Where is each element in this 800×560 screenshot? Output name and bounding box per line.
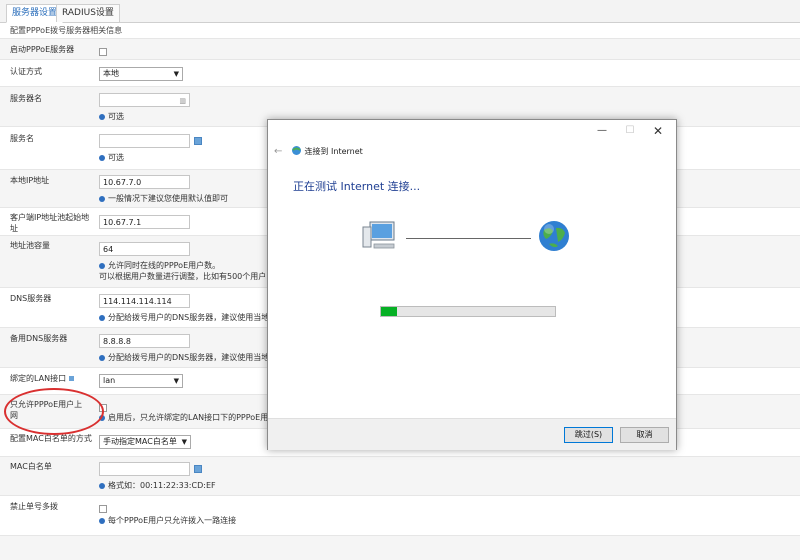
only-pppoe-hint-text: 启用后，只允许绑定的LAN接口下的PPPoE用 — [108, 413, 269, 422]
tab-server-settings[interactable]: 服务器设置 — [6, 4, 64, 23]
pool-size-hint-text: 允许同时在线的PPPoE用户数。 — [108, 261, 221, 270]
pool-size-hint-2: 可以根据用户数量进行调整，比如有500个用户， — [99, 272, 275, 281]
tab-bar: 服务器设置 RADIUS设置 — [0, 0, 800, 23]
info-icon — [99, 518, 105, 524]
maximize-icon[interactable]: ☐ — [620, 123, 640, 139]
lan-select-value: lan — [103, 376, 116, 385]
globe-icon — [536, 218, 572, 254]
dialog-titlebar: — ☐ ✕ — [268, 120, 676, 142]
multi-dial-label: 禁止单号多拨 — [10, 502, 58, 511]
auth-select[interactable]: 本地 ▼ — [99, 67, 183, 81]
info-icon — [99, 355, 105, 361]
auth-label: 认证方式 — [10, 67, 42, 76]
highlight-ellipse — [4, 388, 104, 435]
row-footer — [0, 535, 800, 560]
add-icon[interactable] — [194, 137, 202, 145]
dns-hint: 分配给拨号用户的DNS服务器，建议使用当地 — [99, 312, 269, 323]
page-subtitle: 配置PPPoE拨号服务器相关信息 — [10, 26, 123, 35]
dns-input[interactable]: 114.114.114.114 — [99, 294, 190, 308]
row-auth: 认证方式 本地 ▼ — [0, 59, 800, 87]
lan-select[interactable]: lan ▼ — [99, 374, 183, 388]
computer-icon — [360, 218, 400, 252]
local-ip-input[interactable]: 10.67.7.0 — [99, 175, 190, 189]
local-ip-hint-text: 一般情况下建议您使用默认值即可 — [108, 194, 228, 203]
dialog-nav: ← 连接到 Internet — [274, 144, 363, 160]
service-name-hint-text: 可选 — [108, 153, 124, 162]
progress-fill — [381, 307, 397, 316]
tab-radius-settings[interactable]: RADIUS设置 — [56, 4, 120, 22]
server-name-label: 服务器名 — [10, 94, 42, 103]
enable-label: 启动PPPoE服务器 — [10, 45, 75, 54]
info-icon — [99, 315, 105, 321]
mac-list-label: MAC白名单 — [10, 462, 52, 471]
close-icon[interactable]: ✕ — [648, 123, 668, 139]
test-progress-bar — [380, 306, 556, 317]
info-icon — [99, 114, 105, 120]
multi-dial-checkbox[interactable] — [99, 505, 107, 513]
back-arrow-icon[interactable]: ← — [274, 146, 282, 157]
network-icon — [291, 144, 302, 160]
only-pppoe-hint: 启用后，只允许绑定的LAN接口下的PPPoE用 — [99, 412, 268, 423]
mac-mode-select-value: 手动指定MAC白名单 — [103, 437, 177, 446]
minimize-icon[interactable]: — — [592, 123, 612, 139]
enable-checkbox[interactable] — [99, 48, 107, 56]
chevron-down-icon: ▼ — [173, 70, 179, 78]
pool-size-label: 地址池容量 — [10, 241, 50, 250]
router-config-page: 服务器设置 RADIUS设置 配置PPPoE拨号服务器相关信息 启动PPPoE服… — [0, 0, 800, 560]
info-icon — [99, 155, 105, 161]
pool-size-input[interactable]: 64 — [99, 242, 190, 256]
chevron-down-icon: ▼ — [181, 438, 187, 446]
dns2-input[interactable]: 8.8.8.8 — [99, 334, 190, 348]
pool-start-label: 客户端IP地址池起始地址 — [10, 213, 90, 233]
dialog-heading: 正在测试 Internet 连接... — [293, 180, 421, 193]
row-enable: 启动PPPoE服务器 — [0, 38, 800, 60]
dialog-title: 连接到 Internet — [304, 147, 363, 156]
info-icon — [99, 263, 105, 269]
info-icon — [99, 483, 105, 489]
multi-dial-hint: 每个PPPoE用户只允许拨入一路连接 — [99, 515, 236, 526]
row-multi-dial: 禁止单号多拨 每个PPPoE用户只允许拨入一路连接 — [0, 495, 800, 536]
lan-label-text: 绑定的LAN接口 — [10, 374, 67, 383]
input-grip-icon: ▥ — [179, 97, 186, 105]
pool-start-input[interactable]: 10.67.7.1 — [99, 215, 190, 229]
skip-button[interactable]: 跳过(S) — [564, 427, 613, 443]
dialog-button-bar: 跳过(S) 取消 — [268, 418, 676, 450]
dns2-label: 备用DNS服务器 — [10, 334, 68, 343]
service-name-label: 服务名 — [10, 134, 34, 143]
connect-internet-dialog: — ☐ ✕ ← 连接到 Internet 正在测试 Internet 连接... — [267, 119, 677, 450]
row-mac-list: MAC白名单 格式如：00:11:22:33:CD:EF — [0, 456, 800, 496]
dns-hint-text: 分配给拨号用户的DNS服务器，建议使用当地 — [108, 313, 270, 322]
multi-dial-hint-text: 每个PPPoE用户只允许拨入一路连接 — [108, 516, 237, 525]
mac-list-input[interactable] — [99, 462, 190, 476]
service-name-input[interactable] — [99, 134, 190, 148]
auth-select-value: 本地 — [103, 69, 119, 78]
dns-label: DNS服务器 — [10, 294, 52, 303]
mac-mode-select[interactable]: 手动指定MAC白名单 ▼ — [99, 435, 191, 449]
mac-hint: 格式如：00:11:22:33:CD:EF — [99, 480, 216, 491]
service-name-hint: 可选 — [99, 152, 124, 163]
local-ip-hint: 一般情况下建议您使用默认值即可 — [99, 193, 228, 204]
mac-hint-text: 格式如：00:11:22:33:CD:EF — [108, 481, 216, 490]
server-name-input[interactable]: ▥ — [99, 93, 190, 107]
help-icon — [68, 376, 74, 381]
cancel-button[interactable]: 取消 — [620, 427, 669, 443]
pool-size-hint: 允许同时在线的PPPoE用户数。 — [99, 260, 220, 271]
connection-line — [406, 238, 531, 239]
lan-label: 绑定的LAN接口 — [10, 373, 90, 384]
chevron-down-icon: ▼ — [173, 377, 179, 385]
server-name-hint-text: 可选 — [108, 112, 124, 121]
server-name-hint: 可选 — [99, 111, 124, 122]
local-ip-label: 本地IP地址 — [10, 176, 50, 185]
dns2-hint: 分配给拨号用户的DNS服务器，建议使用当地 — [99, 352, 269, 363]
info-icon — [99, 196, 105, 202]
dns2-hint-text: 分配给拨号用户的DNS服务器，建议使用当地 — [108, 353, 270, 362]
add-icon[interactable] — [194, 465, 202, 473]
